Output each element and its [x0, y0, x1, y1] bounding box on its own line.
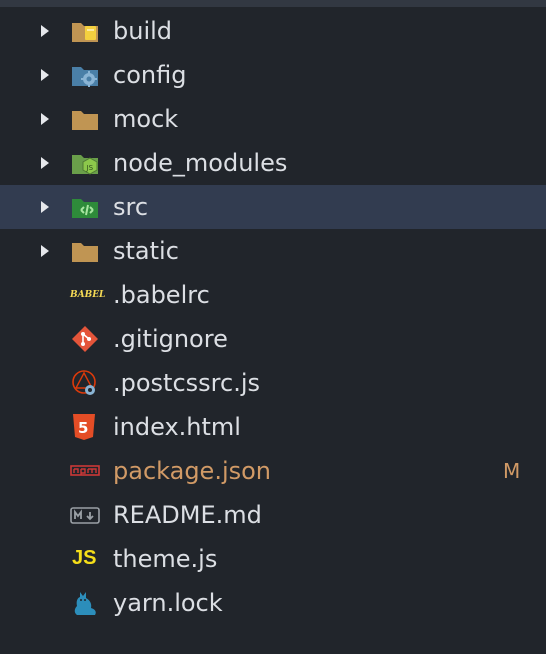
folder-icon: [70, 105, 100, 133]
tree-item-static[interactable]: static: [0, 229, 546, 273]
chevron-right-icon[interactable]: [41, 157, 49, 169]
folder-config-icon: [70, 61, 100, 89]
tree-item-package-json[interactable]: package.json M: [0, 449, 546, 493]
svg-text:JS: JS: [86, 164, 94, 172]
tree-item-label: package.json: [113, 457, 272, 485]
chevron-right-icon[interactable]: [41, 113, 49, 125]
tree-item-label: .babelrc: [113, 281, 210, 309]
tree-item-index-html[interactable]: 5 index.html: [0, 405, 546, 449]
tree-item-gitignore[interactable]: .gitignore: [0, 317, 546, 361]
tree-item-src[interactable]: src: [0, 185, 546, 229]
tree-item-label: config: [113, 61, 187, 89]
git-status-badge: M: [503, 459, 521, 483]
chevron-right-icon[interactable]: [41, 69, 49, 81]
tree-item-label: build: [113, 17, 173, 45]
tree-item-node-modules[interactable]: JS node_modules: [0, 141, 546, 185]
tree-item-mock[interactable]: mock: [0, 97, 546, 141]
tree-item-label: README.md: [113, 501, 262, 529]
tree-item-readme[interactable]: README.md: [0, 493, 546, 537]
tree-item-label: node_modules: [113, 149, 288, 177]
tree-item-label: src: [113, 193, 149, 221]
folder-node-icon: JS: [70, 149, 100, 177]
folder-icon: [70, 237, 100, 265]
tree-item-build[interactable]: build: [0, 9, 546, 53]
javascript-icon-text: JS: [72, 547, 97, 569]
tree-item-postcssrc[interactable]: .postcssrc.js: [0, 361, 546, 405]
html5-icon-text: 5: [78, 419, 88, 437]
tree-item-config[interactable]: config: [0, 53, 546, 97]
header-divider: [0, 0, 546, 7]
folder-build-icon: [70, 17, 100, 45]
postcss-config-icon: [70, 369, 100, 397]
babel-icon: BABEL: [70, 281, 105, 309]
chevron-right-icon[interactable]: [41, 245, 49, 257]
babel-icon-text: BABEL: [70, 290, 106, 300]
tree-item-label: mock: [113, 105, 179, 133]
tree-item-theme-js[interactable]: JS theme.js: [0, 537, 546, 581]
tree-item-label: theme.js: [113, 545, 218, 573]
folder-src-icon: [70, 193, 100, 221]
git-icon: [70, 325, 100, 353]
markdown-icon: [70, 501, 100, 529]
tree-item-babelrc[interactable]: BABEL .babelrc: [0, 273, 546, 317]
tree-item-label: .postcssrc.js: [113, 369, 260, 397]
javascript-icon: JS: [70, 545, 100, 573]
tree-item-label: yarn.lock: [113, 589, 223, 617]
chevron-right-icon[interactable]: [41, 25, 49, 37]
html5-icon: 5: [70, 413, 100, 441]
tree-item-label: .gitignore: [113, 325, 228, 353]
yarn-cat-icon: [70, 589, 100, 617]
file-explorer: build config mock JS node_modules src st…: [0, 0, 546, 654]
npm-icon: [70, 457, 100, 485]
tree-item-yarn-lock[interactable]: yarn.lock: [0, 581, 546, 625]
chevron-right-icon[interactable]: [41, 201, 49, 213]
tree-item-label: index.html: [113, 413, 241, 441]
tree-item-label: static: [113, 237, 179, 265]
